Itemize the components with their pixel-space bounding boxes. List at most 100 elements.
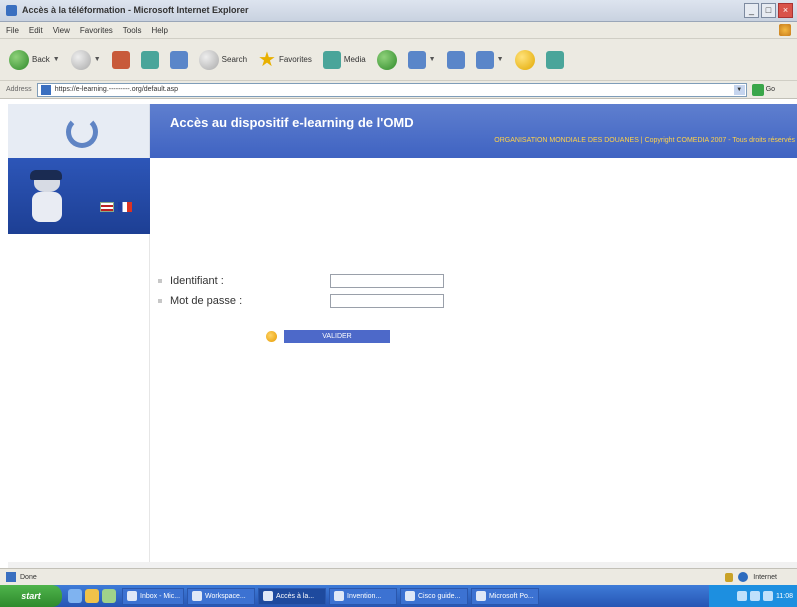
search-label: Search [221,55,248,64]
password-row: Mot de passe : [158,294,444,308]
main-content [150,158,797,562]
forward-button[interactable]: ▼ [68,47,104,73]
ie-icon [263,591,273,601]
submit-area: VALIDER [266,330,390,343]
address-input[interactable]: https://e-learning.---------.org/default… [36,82,747,97]
zone-label: Internet [753,573,777,581]
maximize-button[interactable]: □ [761,3,776,18]
stop-icon [111,50,130,69]
taskbar-item-label: Accès à la... [276,592,315,600]
menu-view[interactable]: View [53,26,70,35]
chevron-down-icon[interactable]: ▼ [733,84,745,95]
ie-icon [6,5,17,16]
search-icon [198,49,219,70]
edit-button[interactable]: ▼ [473,47,507,73]
mail-button[interactable]: ▼ [405,47,439,73]
menu-tools[interactable]: Tools [123,26,142,35]
close-button[interactable]: × [778,3,793,18]
messenger-icon [514,49,535,70]
go-button[interactable]: Go [751,83,776,96]
english-flag-icon[interactable] [100,202,114,212]
stop-button[interactable] [109,47,133,73]
quick-launch-folder-icon[interactable] [85,589,99,603]
security-zone: Internet [725,572,777,582]
taskbar-item-cisco[interactable]: Cisco guide... [400,587,468,605]
tray-security-icon[interactable] [763,591,773,601]
start-button[interactable]: start [0,585,62,607]
status-text: Done [20,573,37,581]
taskbar: start Inbox - Mic... Workspace... Accès … [0,585,797,607]
left-sidebar [8,234,150,562]
back-label: Back [32,55,50,64]
submit-button[interactable]: VALIDER [284,330,390,343]
messenger-button[interactable] [512,47,538,73]
taskbar-item-invention[interactable]: Invention... [329,587,397,605]
home-icon [169,50,188,69]
search-button[interactable]: Search [196,47,250,73]
window-controls: _ □ × [744,3,793,18]
tray-volume-icon[interactable] [750,591,760,601]
workspace-icon [192,591,202,601]
bullet-icon [158,299,162,303]
french-flag-icon[interactable] [118,202,132,212]
quick-launch-ie-icon[interactable] [68,589,82,603]
outlook-icon [127,591,137,601]
minimize-button[interactable]: _ [744,3,759,18]
research-icon [545,50,564,69]
chevron-down-icon: ▼ [52,56,60,63]
favorites-button[interactable]: ★ Favorites [255,47,315,73]
tray-network-icon[interactable] [737,591,747,601]
refresh-button[interactable] [138,47,162,73]
go-label: Go [765,86,776,93]
taskbar-item-label: Invention... [347,592,382,600]
media-label: Media [343,55,366,64]
menu-edit[interactable]: Edit [29,26,43,35]
quick-launch-media-icon[interactable] [102,589,116,603]
toolbar: Back ▼ ▼ Search ★ Favorites Media ▼ ▼ [0,39,797,81]
menu-file[interactable]: File [6,26,19,35]
mascot-cap [30,170,62,180]
password-input[interactable] [330,294,444,308]
media-button[interactable]: Media [320,47,369,73]
back-button[interactable]: Back ▼ [6,47,63,73]
title-bar: Accès à la téléformation - Microsoft Int… [0,0,797,22]
submit-bullet-icon [266,331,277,342]
favorites-label: Favorites [278,55,312,64]
clock[interactable]: 11:08 [776,593,793,600]
refresh-icon [140,50,159,69]
taskbar-item-powerpoint[interactable]: Microsoft Po... [471,587,539,605]
print-button[interactable] [444,47,468,73]
edit-icon [475,50,494,69]
windows-logo-icon [779,24,791,36]
lock-icon [725,572,734,582]
powerpoint-icon [476,591,486,601]
taskbar-item-label: Microsoft Po... [489,592,534,600]
history-button[interactable] [374,47,400,73]
window-title: Accès à la téléformation - Microsoft Int… [22,5,249,15]
header-banner: Accès au dispositif e-learning de l'OMD … [150,104,797,158]
home-button[interactable] [167,47,191,73]
taskbar-item-workspace[interactable]: Workspace... [187,587,255,605]
username-input[interactable] [330,274,444,288]
menu-favorites[interactable]: Favorites [80,26,113,35]
mascot-body [32,192,62,222]
research-button[interactable] [543,47,567,73]
taskbar-item-label: Cisco guide... [418,592,461,600]
banner-subtitle: ORGANISATION MONDIALE DES DOUANES | Copy… [494,137,795,144]
system-tray: 11:08 [709,585,797,607]
page-done-icon [6,572,16,582]
taskbar-item-inbox[interactable]: Inbox - Mic... [122,587,184,605]
document-icon [334,591,344,601]
go-arrow-icon [751,83,764,96]
address-bar: Address https://e-learning.---------.org… [0,81,797,99]
taskbar-item-label: Inbox - Mic... [140,592,181,600]
history-icon [376,49,397,70]
taskbar-item-browser[interactable]: Accès à la... [258,587,326,605]
chevron-down-icon: ▼ [428,56,436,63]
mail-icon [407,50,426,69]
url-text: https://e-learning.---------.org/default… [54,86,179,93]
logo-area [8,104,150,158]
menu-bar: File Edit View Favorites Tools Help [0,22,797,39]
language-switcher [100,202,132,212]
menu-help[interactable]: Help [151,26,167,35]
